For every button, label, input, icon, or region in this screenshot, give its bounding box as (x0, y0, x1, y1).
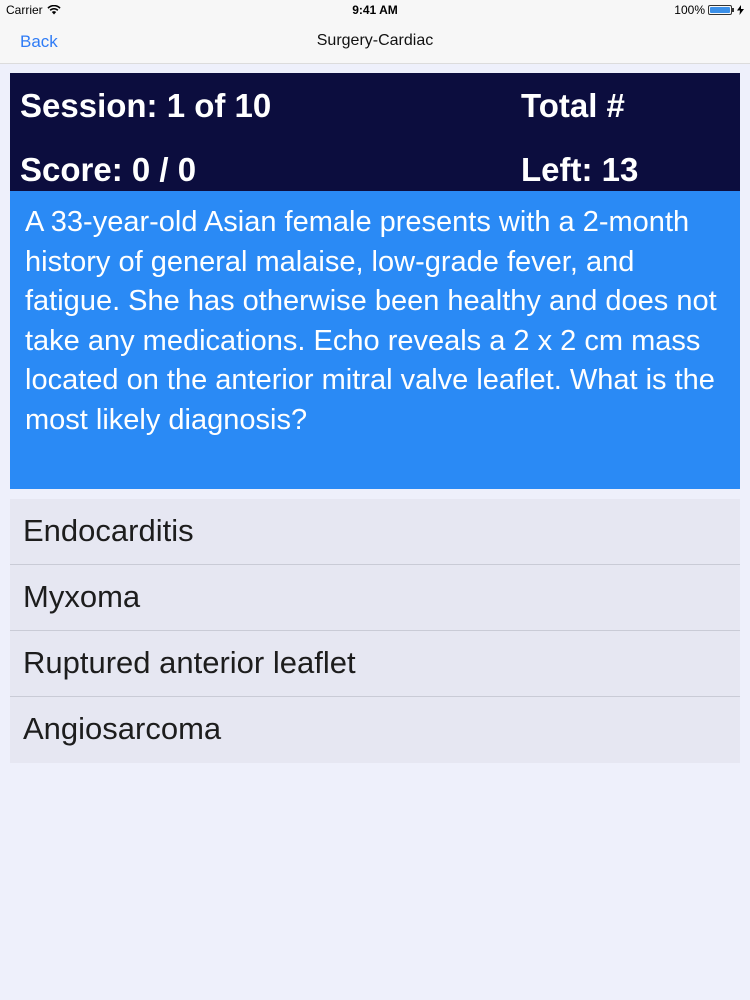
answer-list: Endocarditis Myxoma Ruptured anterior le… (10, 499, 740, 763)
questions-left: Left: 13 (521, 151, 639, 188)
status-bar: Carrier 9:41 AM 100% (0, 0, 750, 20)
total-label: Total # (521, 87, 625, 124)
battery-icon (708, 5, 734, 15)
battery-fill (710, 7, 730, 13)
navigation-bar: Back Surgery-Cardiac (0, 20, 750, 64)
answer-option[interactable]: Ruptured anterior leaflet (10, 631, 740, 697)
answer-option[interactable]: Endocarditis (10, 499, 740, 565)
status-time: 9:41 AM (352, 3, 398, 17)
status-right: 100% (674, 3, 744, 17)
score-counter: Score: 0 / 0 (20, 151, 197, 188)
question-text: A 33-year-old Asian female presents with… (10, 191, 740, 489)
page-title: Surgery-Cardiac (316, 32, 434, 49)
lightning-icon (737, 5, 744, 15)
battery-percent: 100% (674, 3, 705, 17)
session-counter: Session: 1 of 10 (20, 87, 272, 124)
session-header: Session: 1 of 10 Total # Score: 0 / 0 Le… (10, 73, 740, 191)
answer-option[interactable]: Angiosarcoma (10, 697, 740, 763)
answer-option[interactable]: Myxoma (10, 565, 740, 631)
